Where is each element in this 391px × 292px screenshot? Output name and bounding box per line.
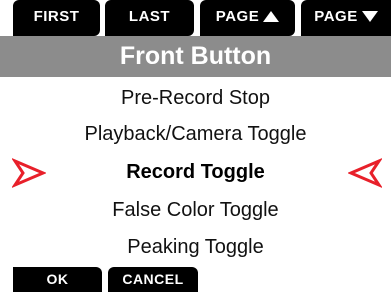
first-softkey-label: FIRST [33, 8, 80, 26]
last-softkey[interactable]: LAST [105, 0, 194, 36]
page-down-softkey[interactable]: PAGE [301, 0, 391, 36]
top-softkey-row: FIRST LAST PAGE PAGE [0, 0, 391, 36]
page-down-softkey-label: PAGE [314, 8, 358, 26]
last-softkey-label: LAST [128, 8, 171, 26]
menu-item-playback-camera-toggle[interactable]: Playback/Camera Toggle [40, 116, 351, 152]
page-up-softkey-label: PAGE [215, 8, 260, 26]
selector-left-icon [12, 158, 46, 188]
triangle-down-icon [361, 10, 378, 22]
menu-item-false-color-toggle[interactable]: False Color Toggle [40, 192, 351, 228]
menu-title: Front Button [0, 36, 391, 77]
menu-screen: FIRST LAST PAGE PAGE Front Button Pre-Re… [0, 0, 391, 292]
cancel-softkey[interactable]: CANCEL [108, 267, 198, 292]
triangle-up-icon [263, 10, 280, 22]
selector-right-icon [348, 158, 382, 188]
first-softkey[interactable]: FIRST [13, 0, 100, 36]
page-up-softkey[interactable]: PAGE [200, 0, 295, 36]
menu-item-peaking-toggle[interactable]: Peaking Toggle [40, 229, 351, 265]
ok-softkey[interactable]: OK [13, 267, 102, 292]
menu-item-record-toggle[interactable]: Record Toggle [40, 154, 351, 190]
menu-item-pre-record-stop[interactable]: Pre-Record Stop [40, 80, 351, 116]
